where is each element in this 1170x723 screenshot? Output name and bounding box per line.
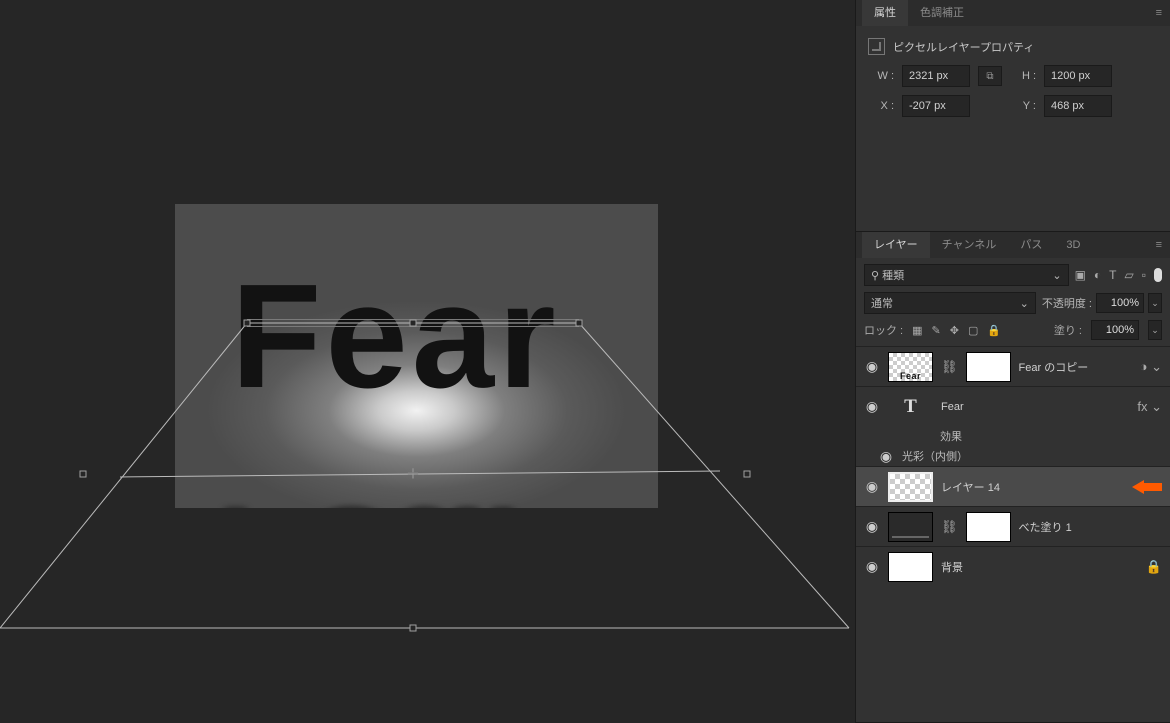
x-input[interactable]: [902, 95, 970, 117]
tab-color-correction[interactable]: 色調補正: [908, 0, 976, 26]
smart-object-icon[interactable]: ◑ ⌄: [1140, 359, 1162, 375]
type-layer-icon: T: [888, 396, 933, 418]
filter-type-icon[interactable]: T: [1109, 268, 1116, 282]
layer-row[interactable]: ◉ Fear ⛓ Fear のコピー ◑ ⌄: [856, 346, 1170, 386]
layer-row[interactable]: ◉ 背景 🔒: [856, 546, 1170, 586]
transform-handle[interactable]: [744, 471, 751, 478]
lock-brush-icon[interactable]: ✎: [932, 324, 941, 337]
visibility-toggle-icon[interactable]: ◉: [864, 398, 880, 415]
transform-handle[interactable]: [410, 320, 417, 327]
tab-3d[interactable]: 3D: [1054, 232, 1092, 258]
link-icon[interactable]: ⛓: [941, 519, 958, 535]
filter-toggle-icon[interactable]: [1154, 268, 1162, 282]
y-label: Y :: [1010, 100, 1036, 112]
lock-icon[interactable]: 🔒: [1146, 559, 1162, 575]
filter-image-icon[interactable]: ▣: [1075, 268, 1086, 282]
transform-handle[interactable]: [410, 625, 417, 632]
tab-attributes[interactable]: 属性: [862, 0, 908, 26]
lock-pixels-icon[interactable]: ▦: [912, 324, 922, 337]
layer-thumbnail[interactable]: [888, 512, 933, 542]
pixel-layer-icon: [868, 38, 885, 55]
layer-mask-thumbnail[interactable]: [966, 512, 1011, 542]
layer-row[interactable]: ◉ T Fear fx ⌄: [856, 386, 1170, 426]
height-input[interactable]: [1044, 65, 1112, 87]
opacity-label: 不透明度 :: [1042, 295, 1092, 311]
side-panels: 属性 色調補正 ≡ ピクセルレイヤープロパティ W : ⧉ H : X : Y …: [855, 0, 1170, 723]
visibility-toggle-icon[interactable]: ◉: [878, 448, 894, 465]
layer-name[interactable]: Fear: [941, 401, 1129, 413]
lock-label: ロック :: [864, 322, 903, 338]
canvas-text: Fear: [231, 252, 560, 422]
layer-thumbnail[interactable]: Fear: [888, 352, 933, 382]
canvas-area[interactable]: Fear Fear ✛: [0, 0, 855, 723]
layer-thumbnail[interactable]: [888, 472, 933, 502]
blend-mode-select[interactable]: 通常⌄: [864, 292, 1036, 314]
visibility-toggle-icon[interactable]: ◉: [864, 358, 880, 375]
layer-row[interactable]: ◉ レイヤー 14: [856, 466, 1170, 506]
tab-layers[interactable]: レイヤー: [862, 232, 930, 258]
x-label: X :: [868, 100, 894, 112]
fx-badge[interactable]: fx ⌄: [1137, 399, 1162, 415]
filter-smart-icon[interactable]: ▫: [1142, 268, 1146, 282]
link-icon[interactable]: ⛓: [941, 359, 958, 375]
properties-section-title: ピクセルレイヤープロパティ: [893, 39, 1034, 55]
lock-move-icon[interactable]: ✥: [950, 324, 959, 337]
transform-anchor-icon[interactable]: ✛: [407, 466, 419, 483]
fill-label: 塗り :: [1054, 322, 1082, 338]
properties-tabs: 属性 色調補正 ≡: [856, 0, 1170, 26]
transform-handle[interactable]: [576, 320, 583, 327]
artboard: Fear Fear: [175, 204, 658, 508]
opacity-chevron-icon[interactable]: ⌄: [1148, 293, 1162, 313]
layer-list: ◉ Fear ⛓ Fear のコピー ◑ ⌄ ◉ T Fear fx ⌄ 効果 …: [856, 346, 1170, 722]
layer-filter-icons[interactable]: ▣ ◐ T ▱ ▫: [1075, 268, 1162, 282]
layer-row[interactable]: ◉ ⛓ べた塗り 1: [856, 506, 1170, 546]
canvas-text-shadow: Fear: [215, 484, 544, 508]
lock-all-icon[interactable]: 🔒: [987, 324, 1001, 337]
layers-panel: レイヤー チャンネル パス 3D ≡ ⚲ 種類⌄ ▣ ◐ T ▱ ▫ 通常⌄: [856, 232, 1170, 723]
layer-filter-select[interactable]: ⚲ 種類⌄: [864, 264, 1069, 286]
visibility-toggle-icon[interactable]: ◉: [864, 518, 880, 535]
properties-panel: 属性 色調補正 ≡ ピクセルレイヤープロパティ W : ⧉ H : X : Y …: [856, 0, 1170, 232]
layer-effect-inner-glow[interactable]: ◉ 光彩（内側）: [856, 446, 1170, 466]
lock-artboard-icon[interactable]: ▢: [968, 324, 978, 337]
tab-paths[interactable]: パス: [1008, 232, 1054, 258]
visibility-toggle-icon[interactable]: ◉: [864, 478, 880, 495]
width-input[interactable]: [902, 65, 970, 87]
layer-name[interactable]: Fear のコピー: [1019, 359, 1132, 375]
fill-input[interactable]: 100%: [1091, 320, 1139, 340]
height-label: H :: [1010, 70, 1036, 82]
transform-handle[interactable]: [244, 320, 251, 327]
filter-shape-icon[interactable]: ▱: [1125, 268, 1134, 282]
tab-channels[interactable]: チャンネル: [930, 232, 1009, 258]
transform-handle[interactable]: [80, 471, 87, 478]
layers-tabs: レイヤー チャンネル パス 3D ≡: [856, 232, 1170, 258]
y-input[interactable]: [1044, 95, 1112, 117]
width-label: W :: [868, 70, 894, 82]
layer-effects-heading[interactable]: 効果: [856, 426, 1170, 446]
layer-name[interactable]: 背景: [941, 559, 1138, 575]
panel-menu-icon[interactable]: ≡: [1156, 239, 1162, 251]
link-wh-button[interactable]: ⧉: [978, 66, 1002, 86]
visibility-toggle-icon[interactable]: ◉: [864, 558, 880, 575]
layer-thumbnail[interactable]: [888, 552, 933, 582]
panel-menu-icon[interactable]: ≡: [1156, 7, 1162, 19]
layer-mask-thumbnail[interactable]: [966, 352, 1011, 382]
layer-name[interactable]: べた塗り 1: [1019, 519, 1162, 535]
filter-adjust-icon[interactable]: ◐: [1094, 268, 1101, 282]
layer-name[interactable]: レイヤー 14: [941, 479, 1124, 495]
callout-arrow-icon: [1132, 480, 1162, 494]
fill-chevron-icon[interactable]: ⌄: [1148, 320, 1162, 340]
opacity-input[interactable]: 100%: [1096, 293, 1144, 313]
